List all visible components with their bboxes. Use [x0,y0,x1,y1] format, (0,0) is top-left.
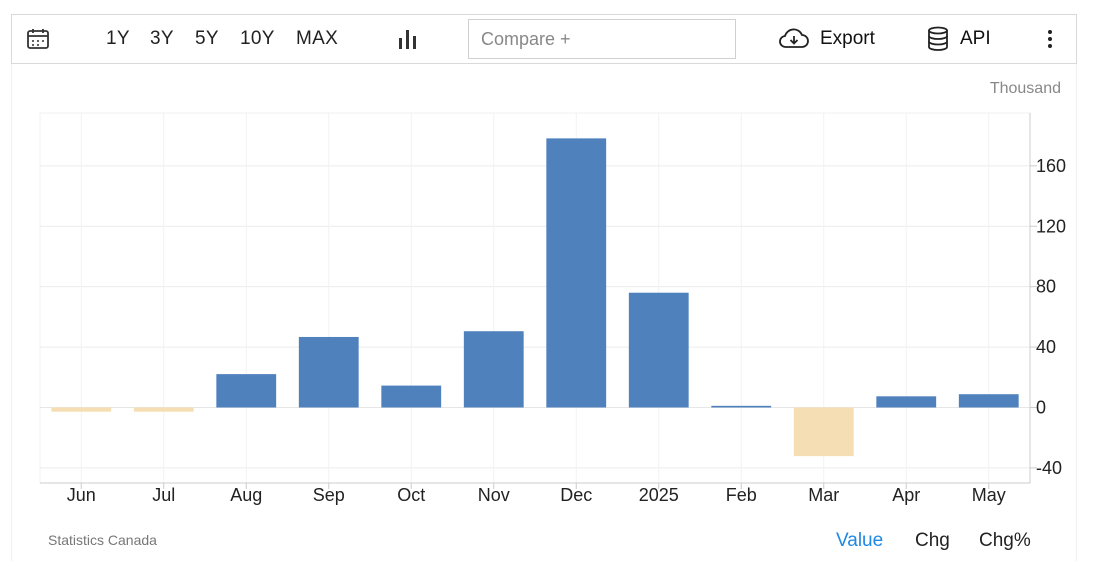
x-tick-label: Sep [313,485,345,505]
bar-oct [381,385,442,408]
bar-mar [793,407,854,457]
x-tick-label: Nov [478,485,510,505]
y-tick-label: 0 [1036,397,1046,417]
bar-chart: -40 0 40 80 120 160 Jun Jul Aug Sep Oct Nov Dec 2025 F… [39,112,1066,505]
bar-2025 [628,292,689,408]
bar-apr [876,396,937,408]
x-tick-label: Aug [230,485,262,505]
bar-jun [51,407,112,412]
y-tick-label: 40 [1036,337,1056,357]
mode-value-button[interactable]: Value [836,530,883,552]
bar-may [958,394,1019,408]
bar-nov [463,331,524,408]
x-tick-label: Dec [560,485,592,505]
plot-frame [39,112,1031,484]
y-tick-label: 160 [1036,156,1066,176]
x-tick-label: May [972,485,1006,505]
y-tick-label: -40 [1036,458,1062,478]
mode-chg-pct-button[interactable]: Chg% [979,530,1031,552]
bar-sep [298,336,359,408]
y-tick-label: 80 [1036,277,1056,297]
bar-aug [216,374,277,408]
x-tick-label: Apr [892,485,920,505]
bar-dec [546,138,607,408]
x-tick-label: Jul [152,485,175,505]
bar-jul [133,407,194,412]
x-tick-label: Oct [397,485,425,505]
bar-feb [711,405,772,408]
x-tick-label: Jun [67,485,96,505]
x-tick-label: Mar [808,485,839,505]
x-tick-label: 2025 [639,485,679,505]
mode-chg-button[interactable]: Chg [915,530,950,552]
source-label: Statistics Canada [48,532,157,548]
y-tick-label: 120 [1036,216,1066,236]
x-tick-label: Feb [726,485,757,505]
